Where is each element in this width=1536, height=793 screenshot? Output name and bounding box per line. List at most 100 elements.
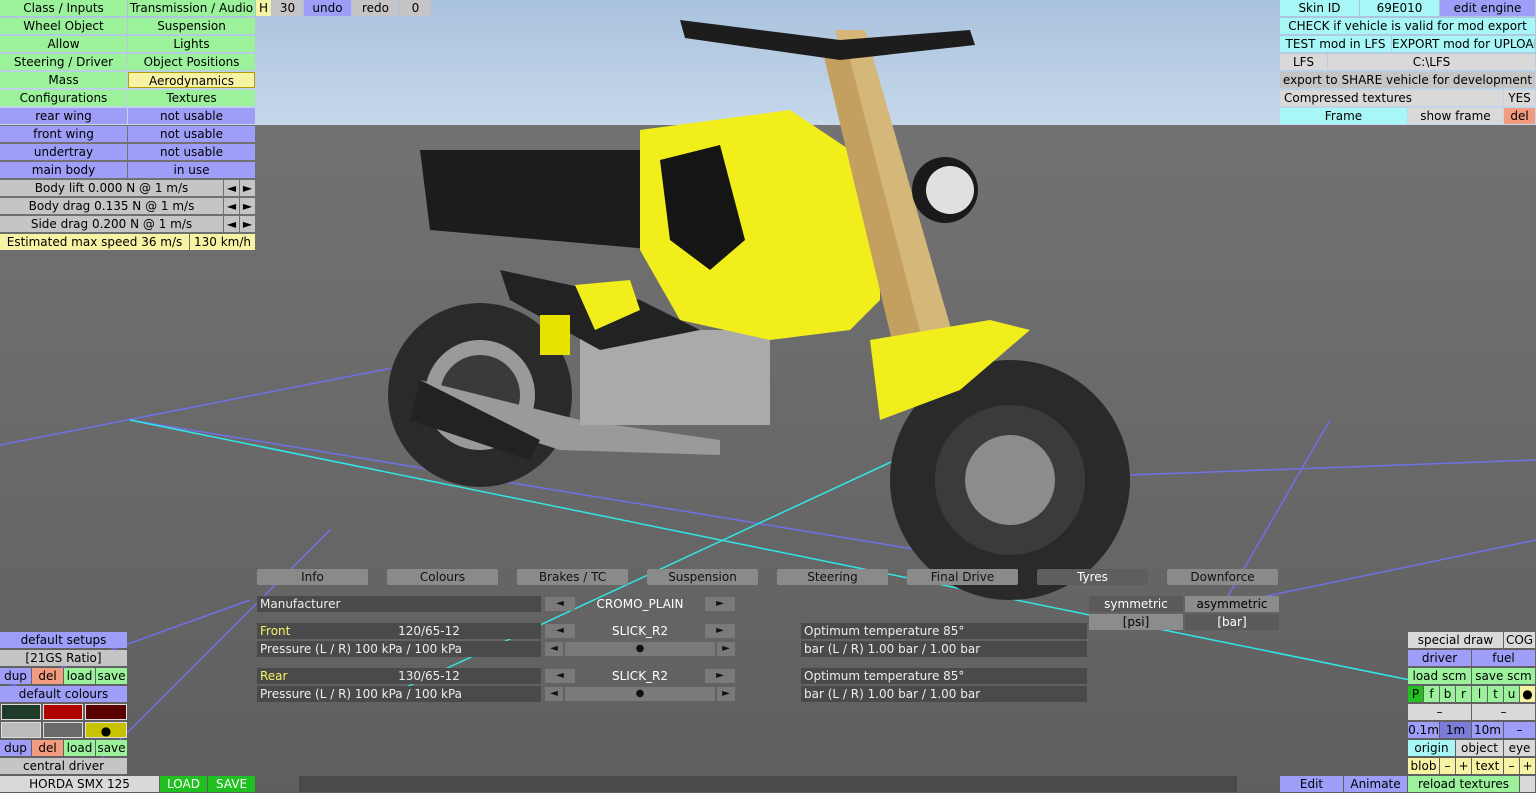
- h-toggle-button[interactable]: H: [256, 0, 271, 16]
- frame-button[interactable]: Frame: [1280, 108, 1407, 124]
- load-vehicle-button[interactable]: LOAD: [160, 776, 207, 792]
- cog-button[interactable]: COG: [1504, 632, 1535, 648]
- tab-steering[interactable]: Steering: [777, 569, 888, 585]
- psi-unit-button[interactable]: [psi]: [1089, 614, 1183, 630]
- default-colours-button[interactable]: default colours: [0, 686, 127, 702]
- export-share-button[interactable]: export to SHARE vehicle for development: [1280, 72, 1535, 88]
- menu-steering-driver[interactable]: Steering / Driver: [0, 54, 127, 70]
- aero-undertray[interactable]: undertray: [0, 144, 127, 160]
- default-setups-button[interactable]: default setups: [0, 632, 127, 648]
- front-pressure-slider[interactable]: ●: [565, 642, 715, 656]
- manufacturer-next[interactable]: ►: [705, 597, 735, 611]
- aero-main-body[interactable]: main body: [0, 162, 127, 178]
- rear-compound-prev[interactable]: ◄: [545, 669, 575, 683]
- body-lift-increase[interactable]: ►: [240, 180, 255, 196]
- body-drag-increase[interactable]: ►: [240, 198, 255, 214]
- grid-minus-right[interactable]: –: [1472, 704, 1535, 720]
- view-p-button[interactable]: P: [1408, 686, 1423, 702]
- colour-swatch-5[interactable]: [43, 722, 83, 738]
- menu-mass[interactable]: Mass: [0, 72, 127, 88]
- grid-10m-button[interactable]: 10m: [1472, 722, 1503, 738]
- aero-front-wing[interactable]: front wing: [0, 126, 127, 142]
- menu-class-inputs[interactable]: Class / Inputs: [0, 0, 127, 16]
- tab-downforce[interactable]: Downforce: [1167, 569, 1278, 585]
- menu-configurations[interactable]: Configurations: [0, 90, 127, 106]
- side-drag-increase[interactable]: ►: [240, 216, 255, 232]
- aero-main-body-status[interactable]: in use: [128, 162, 255, 178]
- aero-rear-wing[interactable]: rear wing: [0, 108, 127, 124]
- view-b-button[interactable]: b: [1440, 686, 1455, 702]
- rear-pressure-slider[interactable]: ●: [565, 687, 715, 701]
- animate-mode-button[interactable]: Animate: [1344, 776, 1407, 792]
- front-pressure-decrease[interactable]: ◄: [545, 642, 563, 656]
- rear-pressure-decrease[interactable]: ◄: [545, 687, 563, 701]
- rear-compound-next[interactable]: ►: [705, 669, 735, 683]
- blob-plus-button[interactable]: +: [1456, 758, 1471, 774]
- reload-textures-button[interactable]: reload textures: [1408, 776, 1519, 792]
- aero-front-wing-status[interactable]: not usable: [128, 126, 255, 142]
- redo-button[interactable]: redo: [352, 0, 399, 16]
- undo-button[interactable]: undo: [304, 0, 351, 16]
- blob-button[interactable]: blob: [1408, 758, 1439, 774]
- show-frame-button[interactable]: show frame: [1408, 108, 1503, 124]
- save-scm-button[interactable]: save scm: [1472, 668, 1535, 684]
- tab-info[interactable]: Info: [257, 569, 368, 585]
- text-button[interactable]: text: [1472, 758, 1503, 774]
- menu-allow[interactable]: Allow: [0, 36, 127, 52]
- aero-undertray-status[interactable]: not usable: [128, 144, 255, 160]
- object-button[interactable]: object: [1456, 740, 1503, 756]
- symmetric-button[interactable]: symmetric: [1089, 596, 1183, 612]
- grid-minus-button[interactable]: –: [1504, 722, 1535, 738]
- frame-delete-button[interactable]: del: [1504, 108, 1535, 124]
- front-compound-next[interactable]: ►: [705, 624, 735, 638]
- rear-pressure-increase[interactable]: ►: [717, 687, 735, 701]
- view-r-button[interactable]: r: [1456, 686, 1471, 702]
- menu-transmission-audio[interactable]: Transmission / Audio: [128, 0, 255, 16]
- setup-dup-button[interactable]: dup: [0, 668, 31, 684]
- body-lift-decrease[interactable]: ◄: [224, 180, 239, 196]
- colour-dup-button[interactable]: dup: [0, 740, 31, 756]
- view-u-button[interactable]: u: [1504, 686, 1519, 702]
- colour-load-button[interactable]: load: [64, 740, 95, 756]
- menu-suspension[interactable]: Suspension: [128, 18, 255, 34]
- side-drag-decrease[interactable]: ◄: [224, 216, 239, 232]
- colour-del-button[interactable]: del: [32, 740, 63, 756]
- view-dot-button[interactable]: ●: [1520, 686, 1535, 702]
- fuel-button[interactable]: fuel: [1472, 650, 1535, 666]
- edit-mode-button[interactable]: Edit: [1280, 776, 1343, 792]
- tab-suspension[interactable]: Suspension: [647, 569, 758, 585]
- asymmetric-button[interactable]: asymmetric: [1185, 596, 1279, 612]
- tab-brakes-tc[interactable]: Brakes / TC: [517, 569, 628, 585]
- vehicle-name-field[interactable]: HORDA SMX 125: [0, 776, 159, 792]
- menu-textures[interactable]: Textures: [128, 90, 255, 106]
- lfs-path-field[interactable]: C:\LFS: [1328, 54, 1535, 70]
- bar-unit-button[interactable]: [bar]: [1185, 614, 1279, 630]
- blob-minus-button[interactable]: –: [1440, 758, 1455, 774]
- text-minus-button[interactable]: –: [1504, 758, 1519, 774]
- body-drag-decrease[interactable]: ◄: [224, 198, 239, 214]
- aero-rear-wing-status[interactable]: not usable: [128, 108, 255, 124]
- colour-swatch-6[interactable]: ●: [85, 722, 127, 738]
- tab-tyres[interactable]: Tyres: [1037, 569, 1148, 585]
- front-compound-prev[interactable]: ◄: [545, 624, 575, 638]
- menu-lights[interactable]: Lights: [128, 36, 255, 52]
- setup-del-button[interactable]: del: [32, 668, 63, 684]
- save-vehicle-button[interactable]: SAVE: [208, 776, 255, 792]
- colour-swatch-4[interactable]: [1, 722, 41, 738]
- eye-button[interactable]: eye: [1504, 740, 1535, 756]
- load-scm-button[interactable]: load scm: [1408, 668, 1471, 684]
- colour-swatch-2[interactable]: [43, 704, 83, 720]
- check-valid-button[interactable]: CHECK if vehicle is valid for mod export: [1280, 18, 1535, 34]
- test-mod-button[interactable]: TEST mod in LFS: [1280, 36, 1391, 52]
- special-draw-button[interactable]: special draw: [1408, 632, 1503, 648]
- view-t-button[interactable]: t: [1488, 686, 1503, 702]
- central-driver-button[interactable]: central driver: [0, 758, 127, 774]
- tab-colours[interactable]: Colours: [387, 569, 498, 585]
- grid-1m-button[interactable]: 1m: [1440, 722, 1471, 738]
- export-mod-button[interactable]: EXPORT mod for UPLOAD: [1392, 36, 1535, 52]
- reload-textures-extra[interactable]: [1520, 776, 1535, 792]
- manufacturer-prev[interactable]: ◄: [545, 597, 575, 611]
- text-plus-button[interactable]: +: [1520, 758, 1535, 774]
- origin-button[interactable]: origin: [1408, 740, 1455, 756]
- grid-minus-left[interactable]: –: [1408, 704, 1471, 720]
